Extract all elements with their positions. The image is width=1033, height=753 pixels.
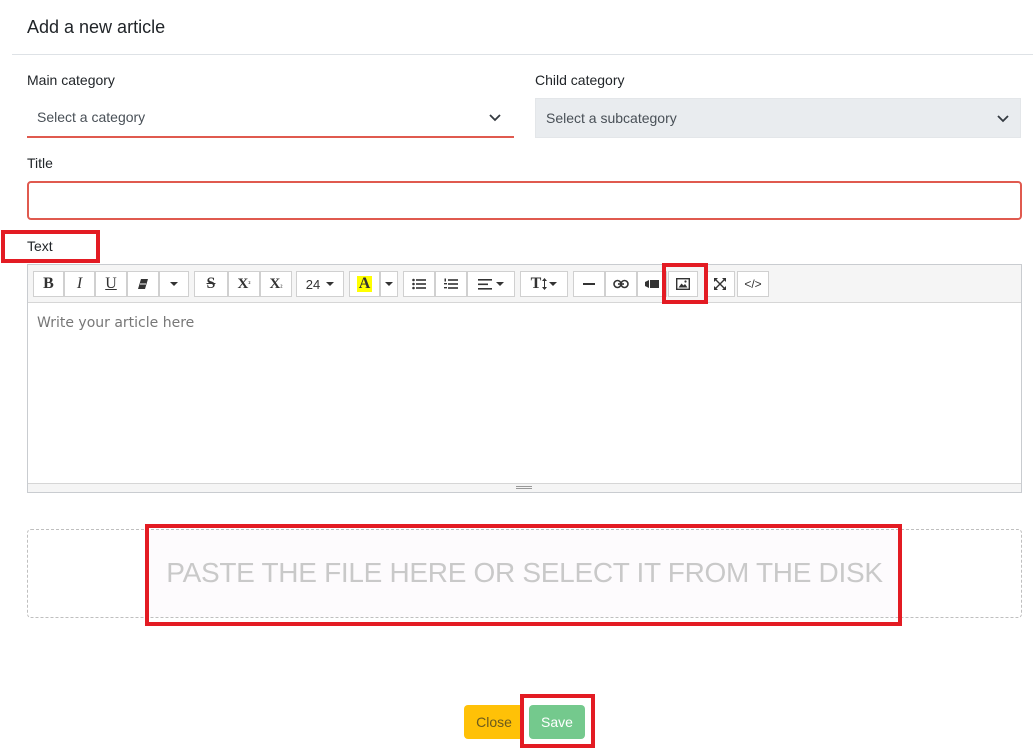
modal-title: Add a new article bbox=[27, 17, 166, 37]
italic-button[interactable]: I bbox=[64, 271, 95, 297]
title-input[interactable] bbox=[27, 181, 1022, 220]
horizontal-rule-button[interactable] bbox=[573, 271, 605, 297]
dropdown-caret-icon bbox=[549, 282, 558, 286]
video-icon bbox=[645, 280, 659, 288]
editor-toolbar: B I U S X² X₂ 24 A T </> bbox=[28, 265, 1021, 303]
eraser-icon bbox=[138, 279, 148, 289]
code-view-icon: </> bbox=[744, 277, 762, 291]
editor-resize-bar[interactable] bbox=[28, 483, 1021, 492]
chevron-down-icon bbox=[489, 114, 501, 122]
save-button[interactable]: Save bbox=[529, 705, 585, 739]
bold-button[interactable]: B bbox=[33, 271, 64, 297]
fullscreen-button[interactable] bbox=[705, 271, 735, 297]
title-label: Title bbox=[27, 155, 53, 171]
dropdown-caret-icon bbox=[385, 282, 393, 286]
line-height-label: T bbox=[530, 275, 542, 292]
paragraph-align-dropdown[interactable] bbox=[467, 271, 515, 297]
image-button[interactable] bbox=[668, 271, 698, 297]
child-category-select[interactable]: Select a subcategory bbox=[535, 98, 1021, 138]
font-size-dropdown[interactable]: 24 bbox=[296, 271, 344, 297]
line-height-dropdown[interactable]: T bbox=[520, 271, 568, 297]
unordered-list-button[interactable] bbox=[403, 271, 435, 297]
editor-placeholder: Write your article here bbox=[37, 315, 195, 331]
editor-content-area[interactable]: Write your article here bbox=[28, 304, 1021, 484]
superscript-button[interactable]: X² bbox=[228, 271, 260, 297]
line-height-arrows-icon bbox=[542, 278, 548, 290]
dropdown-caret-icon bbox=[170, 282, 178, 286]
subscript-mark: ₂ bbox=[280, 280, 283, 288]
align-icon bbox=[478, 278, 492, 290]
resize-grip-icon[interactable] bbox=[516, 486, 532, 489]
main-category-label: Main category bbox=[27, 72, 115, 88]
child-category-value: Select a subcategory bbox=[546, 110, 677, 126]
chevron-down-icon bbox=[997, 115, 1009, 123]
file-dropzone[interactable]: PASTE THE FILE HERE OR SELECT IT FROM TH… bbox=[27, 529, 1022, 618]
ordered-list-icon bbox=[444, 278, 458, 289]
link-button[interactable] bbox=[605, 271, 637, 297]
image-icon bbox=[676, 278, 690, 290]
underline-button[interactable]: U bbox=[95, 271, 127, 297]
subscript-button[interactable]: X₂ bbox=[260, 271, 292, 297]
more-style-dropdown-button[interactable] bbox=[159, 271, 189, 297]
font-size-value: 24 bbox=[305, 276, 321, 292]
dropdown-caret-icon bbox=[496, 282, 504, 286]
fullscreen-icon bbox=[714, 278, 726, 290]
text-label: Text bbox=[27, 238, 53, 254]
strikethrough-button[interactable]: S bbox=[194, 271, 228, 297]
main-category-select[interactable]: Select a category bbox=[27, 98, 514, 138]
eraser-button[interactable] bbox=[127, 271, 159, 297]
strikethrough-label: S bbox=[206, 275, 216, 292]
dropzone-text: PASTE THE FILE HERE OR SELECT IT FROM TH… bbox=[166, 557, 883, 588]
highlight-color-button[interactable]: A bbox=[349, 271, 380, 297]
bold-label: B bbox=[43, 275, 54, 292]
ordered-list-button[interactable] bbox=[435, 271, 467, 297]
modal-header: Add a new article bbox=[12, 0, 1033, 55]
dropzone-inner: PASTE THE FILE HERE OR SELECT IT FROM TH… bbox=[149, 530, 900, 617]
main-category-value: Select a category bbox=[37, 109, 146, 125]
rich-text-editor: B I U S X² X₂ 24 A T </> Write your arti… bbox=[27, 264, 1022, 493]
video-button[interactable] bbox=[637, 271, 667, 297]
superscript-label: X bbox=[237, 275, 249, 292]
color-dropdown-button[interactable] bbox=[380, 271, 398, 297]
italic-label: I bbox=[76, 275, 83, 292]
horizontal-rule-icon bbox=[583, 283, 595, 285]
dropdown-caret-icon bbox=[326, 282, 335, 286]
close-button[interactable]: Close bbox=[464, 705, 524, 739]
code-view-button[interactable]: </> bbox=[737, 271, 769, 297]
subscript-label: X bbox=[269, 275, 281, 292]
superscript-mark: ² bbox=[248, 280, 251, 288]
child-category-label: Child category bbox=[535, 72, 625, 88]
unordered-list-icon bbox=[412, 278, 426, 290]
underline-label: U bbox=[105, 275, 117, 292]
link-icon bbox=[613, 279, 629, 289]
highlight-color-swatch: A bbox=[356, 275, 373, 292]
